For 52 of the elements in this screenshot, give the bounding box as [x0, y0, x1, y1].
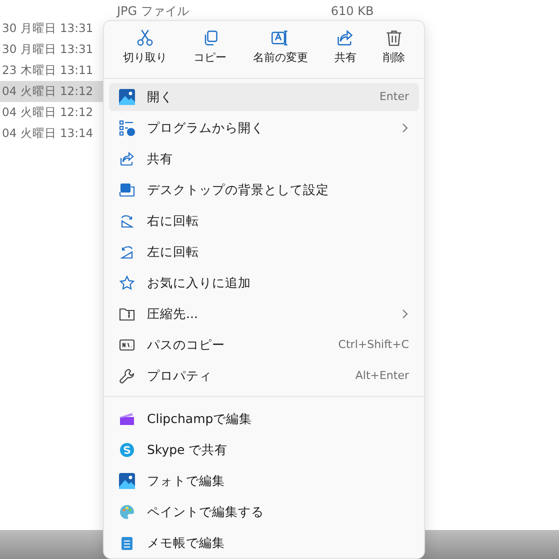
- menu-item[interactable]: メモ帳で編集: [109, 529, 419, 557]
- toolbar-button[interactable]: 切り取り: [119, 29, 172, 78]
- toolbar-button[interactable]: コピー: [190, 29, 231, 78]
- share-icon: [119, 151, 135, 167]
- menu-item[interactable]: プロパティ Alt+Enter: [109, 362, 419, 390]
- file-row[interactable]: 23 木曜日 13:11: [0, 60, 103, 81]
- trash-icon: [384, 29, 403, 47]
- file-size: 610 KB: [330, 3, 374, 18]
- menu-item[interactable]: ペイントで編集する: [109, 498, 419, 526]
- file-type: JPG ファイル: [117, 3, 189, 18]
- menu-item[interactable]: Clipchampで編集: [109, 405, 419, 433]
- menu-item[interactable]: 右に回転: [109, 207, 419, 235]
- shortcut-text: Enter: [379, 88, 409, 105]
- star-icon: [119, 275, 135, 291]
- menu-item[interactable]: フォトで編集: [109, 467, 419, 495]
- rotate-left-icon: [119, 244, 135, 260]
- share-icon: [336, 29, 354, 47]
- photo-icon: [119, 473, 135, 489]
- program-list-icon: [119, 120, 135, 136]
- toolbar-button[interactable]: 共有: [330, 29, 360, 78]
- palette-icon: [119, 504, 135, 520]
- clapperboard-icon: [119, 411, 135, 427]
- menu-item[interactable]: パスのコピー Ctrl+Shift+C: [109, 331, 419, 359]
- menu-item[interactable]: 共有: [109, 145, 419, 173]
- menu-item[interactable]: Skype で共有: [109, 436, 419, 464]
- menu-item[interactable]: 圧縮先...: [109, 300, 419, 328]
- toolbar-button[interactable]: 削除: [378, 29, 409, 78]
- menu-item[interactable]: プログラムから開く: [109, 114, 419, 142]
- chevron-icon: [401, 309, 409, 319]
- rename-icon: [271, 29, 290, 47]
- wrench-icon: [119, 368, 135, 384]
- wallpaper-icon: [119, 182, 135, 198]
- shortcut-text: Alt+Enter: [355, 368, 409, 384]
- menu-item[interactable]: 開く Enter: [109, 83, 419, 111]
- zip-folder-icon: [119, 306, 135, 322]
- chevron-icon: [401, 123, 409, 133]
- file-row[interactable]: 30 月曜日 13:31: [0, 18, 103, 39]
- menu-item[interactable]: 左に回転: [109, 238, 419, 266]
- photo-icon: [119, 89, 135, 105]
- menu-item[interactable]: お気に入りに追加: [109, 269, 419, 297]
- path-icon: [119, 337, 135, 353]
- shortcut-text: Ctrl+Shift+C: [338, 336, 409, 353]
- scissors-icon: [136, 29, 154, 47]
- file-row[interactable]: 04 火曜日 12:12: [0, 81, 103, 102]
- rotate-right-icon: [119, 213, 135, 229]
- file-row[interactable]: 30 月曜日 13:31: [0, 39, 103, 60]
- file-row[interactable]: 04 火曜日 13:14: [0, 123, 103, 144]
- file-row[interactable]: 04 火曜日 12:12: [0, 102, 103, 123]
- skype-icon: [119, 442, 135, 458]
- notepad-icon: [119, 535, 135, 551]
- toolbar-button[interactable]: 名前の変更: [248, 29, 312, 78]
- menu-item[interactable]: デスクトップの背景として設定: [109, 176, 419, 204]
